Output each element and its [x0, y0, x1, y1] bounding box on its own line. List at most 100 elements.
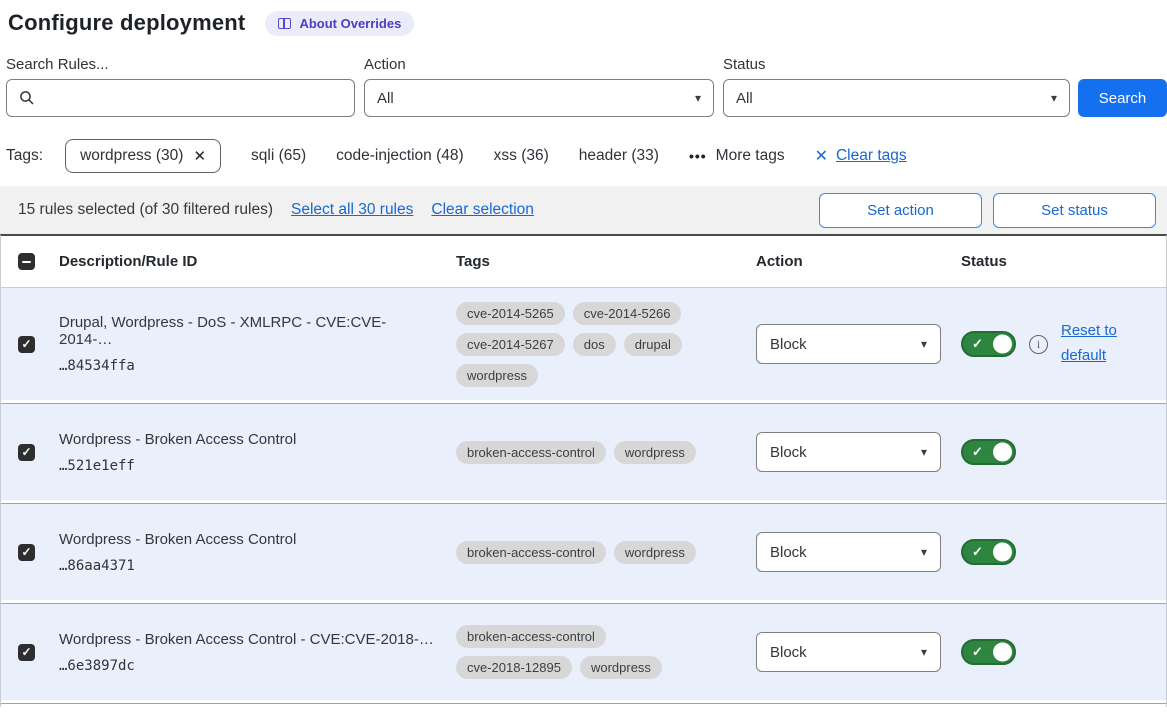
- action-select[interactable]: Block ▾: [756, 324, 941, 364]
- table-row: ✓ Wordpress - Broken Access Control …86a…: [1, 503, 1166, 600]
- rule-id: …521e1eff: [59, 458, 438, 474]
- status-filter-value: All: [736, 90, 753, 107]
- rule-tags: broken-access-control cve-2018-12895 wor…: [448, 613, 711, 691]
- clear-selection-link[interactable]: Clear selection: [431, 201, 534, 219]
- remove-tag-icon[interactable]: ✕: [193, 147, 206, 165]
- tag-chip: dos: [573, 333, 616, 356]
- action-value: Block: [770, 544, 807, 561]
- row-checkbox[interactable]: ✓: [18, 336, 35, 353]
- search-icon: [19, 90, 35, 106]
- tag-chip: wordpress: [456, 364, 538, 387]
- check-icon: ✓: [972, 544, 983, 560]
- set-status-button[interactable]: Set status: [993, 193, 1156, 228]
- clear-tags-label[interactable]: Clear tags: [836, 147, 907, 165]
- tag-option-header[interactable]: header (33): [579, 147, 659, 165]
- status-filter-label: Status: [723, 56, 1070, 73]
- check-icon: ✓: [972, 336, 983, 352]
- check-icon: ✓: [21, 646, 31, 658]
- tag-chip: broken-access-control: [456, 541, 606, 564]
- column-status: Status: [953, 253, 1166, 270]
- search-button[interactable]: Search: [1078, 79, 1167, 117]
- status-toggle[interactable]: ✓: [961, 639, 1016, 665]
- check-icon: ✓: [21, 446, 31, 458]
- row-checkbox[interactable]: ✓: [18, 544, 35, 561]
- tag-option-code-injection[interactable]: code-injection (48): [336, 147, 464, 165]
- tag-chip: wordpress: [614, 441, 696, 464]
- action-select[interactable]: Block ▾: [756, 632, 941, 672]
- row-checkbox[interactable]: ✓: [18, 444, 35, 461]
- action-select[interactable]: Block ▾: [756, 432, 941, 472]
- rule-id: …6e3897dc: [59, 658, 438, 674]
- table-row: ✓ Wordpress - Broken Access Control …521…: [1, 403, 1166, 500]
- tag-chip: wordpress: [580, 656, 662, 679]
- page-header: Configure deployment About Overrides: [0, 0, 1167, 36]
- bulk-action-buttons: Set action Set status: [819, 193, 1156, 228]
- about-overrides-badge[interactable]: About Overrides: [265, 11, 414, 36]
- check-icon: ✓: [21, 546, 31, 558]
- tags-bar: Tags: wordpress (30) ✕ sqli (65) code-in…: [6, 139, 1167, 173]
- action-filter-label: Action: [364, 56, 714, 73]
- reset-to-default-link[interactable]: Reset to default: [1061, 319, 1127, 369]
- search-rules-group: Search Rules...: [6, 56, 355, 117]
- action-value: Block: [770, 644, 807, 661]
- more-tags-label: More tags: [716, 147, 785, 165]
- table-row: ✓ Wordpress - Broken Access Control - CV…: [1, 603, 1166, 700]
- table-header: Description/Rule ID Tags Action Status: [1, 236, 1166, 288]
- action-value: Block: [770, 444, 807, 461]
- action-select[interactable]: Block ▾: [756, 532, 941, 572]
- set-action-button[interactable]: Set action: [819, 193, 982, 228]
- selection-summary: 15 rules selected (of 30 filtered rules): [18, 201, 273, 219]
- table-bottom-border: [1, 703, 1166, 707]
- tag-chip: cve-2018-12895: [456, 656, 572, 679]
- book-icon: [278, 18, 291, 29]
- select-all-rules-link[interactable]: Select all 30 rules: [291, 201, 413, 219]
- action-value: Block: [770, 336, 807, 353]
- chevron-down-icon: ▾: [695, 91, 701, 105]
- status-toggle[interactable]: ✓: [961, 331, 1016, 357]
- search-rules-input[interactable]: [6, 79, 355, 117]
- action-filter-value: All: [377, 90, 394, 107]
- check-icon: ✓: [21, 338, 31, 350]
- page-title: Configure deployment: [8, 10, 245, 36]
- chevron-down-icon: ▾: [921, 545, 927, 559]
- rule-description: Wordpress - Broken Access Control: [59, 431, 438, 448]
- rule-tags: cve-2014-5265 cve-2014-5266 cve-2014-526…: [448, 290, 711, 399]
- search-rules-label: Search Rules...: [6, 56, 355, 73]
- ellipsis-icon: •••: [689, 148, 707, 164]
- column-action: Action: [748, 253, 953, 270]
- action-filter-group: Action All ▾: [364, 56, 714, 117]
- table-row: ✓ Drupal, Wordpress - DoS - XMLRPC - CVE…: [1, 288, 1166, 400]
- more-tags-button[interactable]: ••• More tags: [689, 147, 785, 165]
- chevron-down-icon: ▾: [921, 337, 927, 351]
- tag-chip: wordpress: [614, 541, 696, 564]
- about-overrides-label: About Overrides: [299, 16, 401, 31]
- filters-row: Search Rules... Action All ▾ Status All …: [0, 56, 1167, 117]
- info-icon[interactable]: i: [1029, 335, 1048, 354]
- status-filter-group: Status All ▾: [723, 56, 1070, 117]
- tag-option-sqli[interactable]: sqli (65): [251, 147, 306, 165]
- tag-chip: cve-2014-5267: [456, 333, 565, 356]
- status-toggle[interactable]: ✓: [961, 439, 1016, 465]
- toggle-knob: [993, 335, 1012, 354]
- status-toggle[interactable]: ✓: [961, 539, 1016, 565]
- close-icon: ✕: [815, 146, 828, 166]
- tag-chip: drupal: [624, 333, 682, 356]
- selected-tag-label: wordpress (30): [80, 147, 183, 165]
- indeterminate-icon: [22, 261, 31, 263]
- tag-option-xss[interactable]: xss (36): [494, 147, 549, 165]
- tags-label: Tags:: [6, 147, 43, 165]
- configure-deployment-page: Configure deployment About Overrides Sea…: [0, 0, 1167, 718]
- rule-description: Wordpress - Broken Access Control - CVE:…: [59, 631, 438, 648]
- tag-chip: cve-2014-5265: [456, 302, 565, 325]
- select-all-checkbox[interactable]: [18, 253, 35, 270]
- action-filter-select[interactable]: All ▾: [364, 79, 714, 117]
- status-filter-select[interactable]: All ▾: [723, 79, 1070, 117]
- toggle-knob: [993, 443, 1012, 462]
- tag-chip: broken-access-control: [456, 441, 606, 464]
- row-checkbox[interactable]: ✓: [18, 644, 35, 661]
- toggle-knob: [993, 543, 1012, 562]
- check-icon: ✓: [972, 444, 983, 460]
- column-tags: Tags: [448, 253, 748, 270]
- selected-tag-wordpress[interactable]: wordpress (30) ✕: [65, 139, 221, 173]
- clear-tags-button[interactable]: ✕ Clear tags: [815, 146, 907, 166]
